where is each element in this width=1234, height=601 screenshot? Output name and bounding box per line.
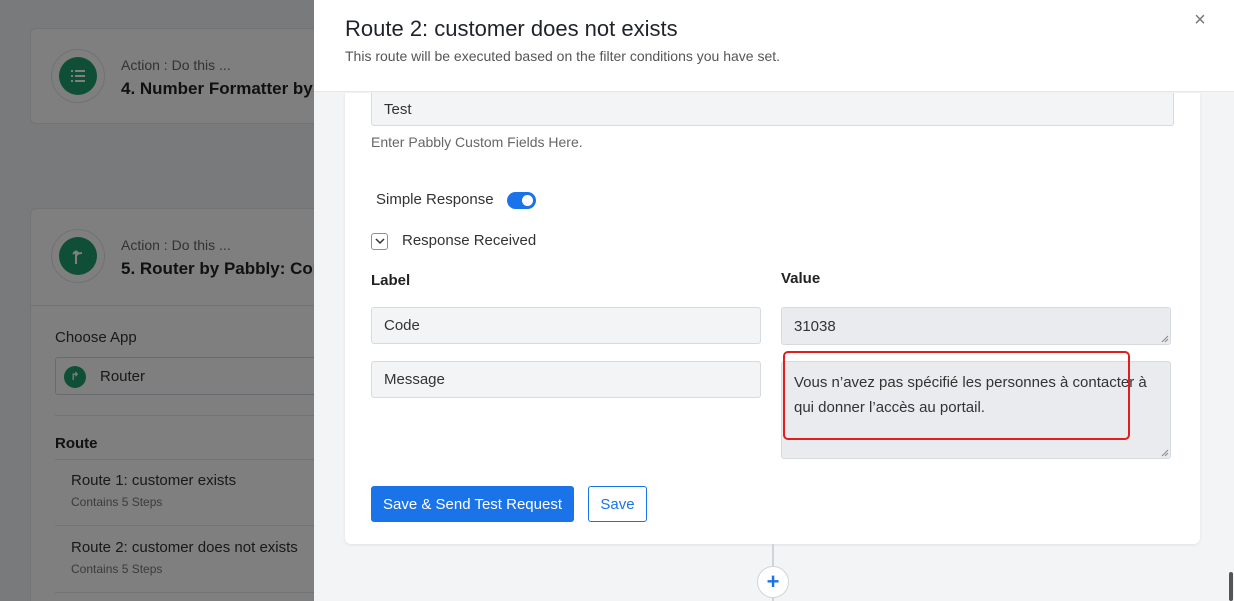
scrollbar-thumb[interactable]	[1229, 572, 1233, 601]
custom-fields-hint: Enter Pabbly Custom Fields Here.	[371, 134, 583, 150]
close-icon[interactable]: ×	[1190, 10, 1210, 30]
response-received-toggle[interactable]	[371, 233, 388, 250]
response-label-field[interactable]: Code	[371, 307, 761, 344]
toggle-knob	[522, 195, 533, 206]
route-modal: Route 2: customer does not exists This r…	[314, 0, 1234, 601]
form-card: Test Enter Pabbly Custom Fields Here. Si…	[345, 93, 1200, 544]
resize-handle-icon[interactable]	[1161, 449, 1169, 457]
modal-description: This route will be executed based on the…	[345, 48, 781, 64]
chevron-down-icon	[375, 238, 385, 245]
save-button[interactable]: Save	[588, 486, 647, 522]
modal-title: Route 2: customer does not exists	[345, 16, 678, 41]
save-and-send-test-button[interactable]: Save & Send Test Request	[371, 486, 574, 522]
resize-handle-icon[interactable]	[1161, 335, 1169, 343]
response-value-text: Vous n’avez pas spécifié les personnes à…	[794, 374, 1147, 416]
add-step-button[interactable]: +	[757, 566, 789, 598]
label-column-header: Label	[371, 272, 411, 289]
modal-header: Route 2: customer does not exists This r…	[314, 0, 1234, 92]
response-value-field[interactable]: 31038	[781, 307, 1171, 345]
simple-response-label: Simple Response	[376, 191, 494, 208]
response-value-text: 31038	[794, 317, 836, 335]
response-label-field[interactable]: Message	[371, 361, 761, 398]
simple-response-toggle[interactable]	[507, 192, 536, 209]
response-received-label: Response Received	[402, 232, 537, 249]
custom-fields-input[interactable]: Test	[371, 93, 1174, 126]
value-column-header: Value	[781, 270, 821, 287]
response-value-field[interactable]: Vous n’avez pas spécifié les personnes à…	[781, 361, 1171, 459]
